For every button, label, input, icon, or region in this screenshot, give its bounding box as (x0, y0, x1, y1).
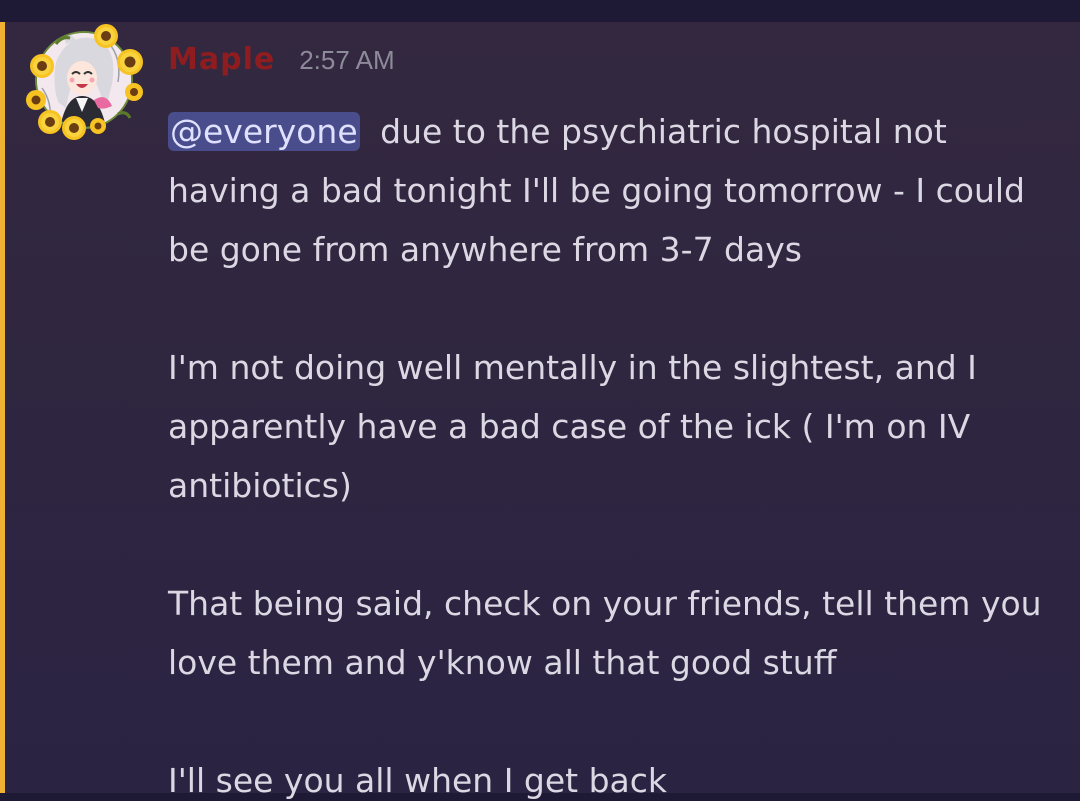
chat-message[interactable]: Maple 2:57 AM @everyone due to the psych… (0, 22, 1080, 800)
message-header: Maple 2:57 AM (168, 42, 395, 78)
message-paragraph: That being said, check on your friends, … (168, 584, 1042, 682)
everyone-mention[interactable]: @everyone (168, 112, 360, 151)
message-content: @everyone due to the psychiatric hospita… (168, 102, 1058, 801)
avatar[interactable] (22, 22, 148, 140)
author-name[interactable]: Maple (168, 42, 275, 77)
chat-screen: Maple 2:57 AM @everyone due to the psych… (0, 0, 1080, 801)
anime-avatar-with-sunflower-frame-icon (26, 24, 143, 140)
message-timestamp[interactable]: 2:57 AM (299, 45, 394, 76)
message-paragraph: @everyone due to the psychiatric hospita… (168, 102, 1058, 279)
mention-highlight-bar (0, 22, 5, 793)
message-paragraph: I'll see you all when I get back (168, 761, 668, 800)
message-paragraph: I'm not doing well mentally in the sligh… (168, 348, 977, 505)
